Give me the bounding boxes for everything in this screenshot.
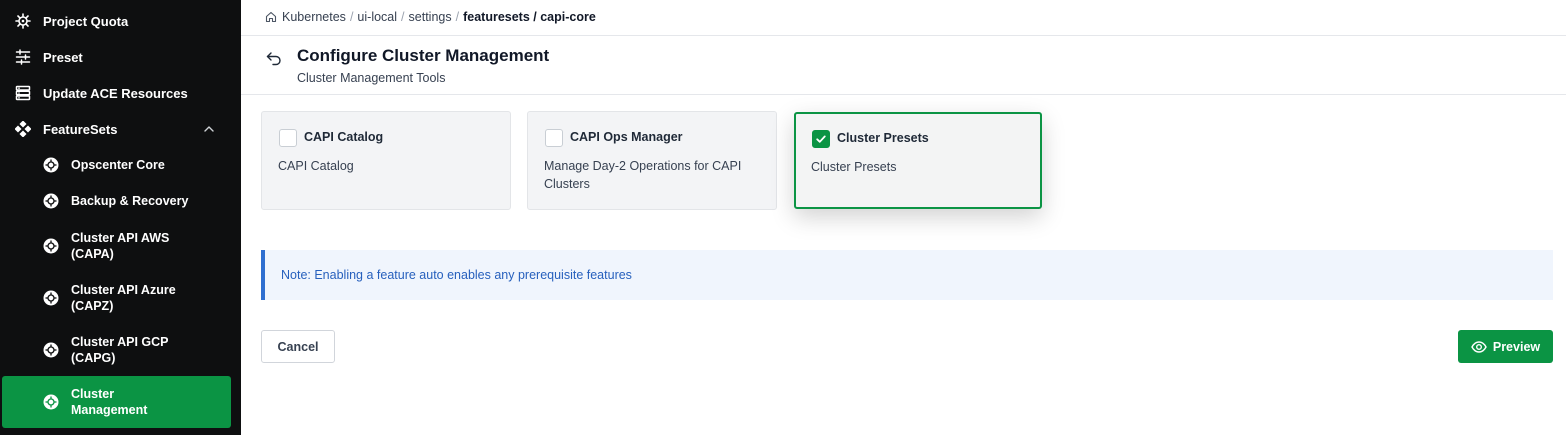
sidebar-subitem-opscenter-core[interactable]: Opscenter Core [0, 150, 241, 180]
page-subtitle: Cluster Management Tools [297, 71, 446, 85]
helm-icon [43, 193, 59, 209]
feature-card-capi-catalog[interactable]: CAPI Catalog CAPI Catalog [261, 111, 511, 210]
sidebar-item-label: FeatureSets [43, 121, 118, 137]
main-content: Kubernetes / ui-local / settings / featu… [241, 0, 1566, 435]
sidebar-subitem-label: Cluster Management [71, 387, 148, 417]
sidebar-item-preset[interactable]: Preset [0, 39, 241, 75]
breadcrumb-separator: / [401, 10, 405, 24]
breadcrumb-kubernetes[interactable]: Kubernetes [282, 10, 346, 24]
sidebar-item-label: Project Quota [43, 13, 129, 29]
breadcrumb-current: featuresets / capi-core [463, 10, 596, 24]
sidebar-item-update-ace-resources[interactable]: Update ACE Resources [0, 75, 241, 111]
sidebar-subitem-cluster-api-aws[interactable]: Cluster API AWS (CAPA) [0, 223, 241, 269]
feature-checkbox[interactable] [545, 129, 563, 147]
preview-button[interactable]: Preview [1458, 330, 1553, 363]
feature-description: Cluster Presets [811, 160, 897, 174]
check-icon [816, 135, 826, 143]
feature-description: Manage Day-2 Operations for CAPI Cluster… [544, 159, 742, 191]
sidebar: Project Quota Preset Update ACE Resource… [0, 0, 241, 435]
back-arrow-icon[interactable] [265, 49, 283, 67]
page-title: Configure Cluster Management [297, 46, 550, 65]
sidebar-subitem-cluster-management[interactable]: Cluster Management [2, 376, 231, 428]
feature-title: CAPI Ops Manager [570, 130, 683, 144]
section-divider [241, 94, 1566, 95]
sidebar-subitem-label: Cluster API AWS (CAPA) [71, 231, 170, 261]
featuresets-icon [15, 121, 31, 137]
sidebar-item-label: Preset [43, 49, 83, 65]
sidebar-item-project-quota[interactable]: Project Quota [0, 3, 241, 39]
helm-icon [43, 342, 59, 358]
helm-icon [43, 290, 59, 306]
sidebar-item-featuresets[interactable]: FeatureSets [0, 111, 241, 147]
eye-icon [1471, 340, 1487, 353]
server-icon [15, 85, 31, 101]
home-icon[interactable] [265, 11, 277, 23]
feature-title: CAPI Catalog [304, 130, 384, 144]
breadcrumb-separator: / [349, 10, 354, 24]
feature-checkbox-checked[interactable] [812, 130, 830, 148]
sidebar-subitem-label: Cluster API GCP (CAPG) [71, 335, 169, 365]
feature-checkbox[interactable] [279, 129, 297, 147]
helm-icon [43, 157, 59, 173]
sidebar-subitem-cluster-api-gcp[interactable]: Cluster API GCP (CAPG) [0, 327, 241, 373]
sidebar-subitem-backup-recovery[interactable]: Backup & Recovery [0, 186, 241, 216]
header-divider [241, 35, 1566, 36]
feature-title: Cluster Presets [837, 131, 929, 145]
helm-icon [43, 238, 59, 254]
feature-card-cluster-presets[interactable]: Cluster Presets Cluster Presets [794, 112, 1042, 209]
sidebar-item-label: Update ACE Resources [43, 85, 188, 101]
sidebar-subitem-label: Backup & Recovery [71, 194, 189, 208]
cancel-button[interactable]: Cancel [261, 330, 335, 363]
breadcrumb-separator: / [455, 10, 460, 24]
breadcrumb-ui-local[interactable]: ui-local [357, 10, 397, 24]
sidebar-subitem-label: Cluster API Azure (CAPZ) [71, 283, 176, 313]
sliders-icon [15, 49, 31, 65]
sidebar-subitem-cluster-api-azure[interactable]: Cluster API Azure (CAPZ) [0, 275, 241, 321]
preview-button-label: Preview [1492, 339, 1541, 354]
chevron-up-icon[interactable] [202, 122, 216, 136]
sidebar-subitem-label: Opscenter Core [71, 158, 165, 172]
feature-description: CAPI Catalog [278, 159, 354, 173]
helm-icon [15, 13, 31, 29]
breadcrumb-settings[interactable]: settings [409, 10, 452, 24]
info-note: Note: Enabling a feature auto enables an… [261, 250, 1553, 300]
breadcrumb: Kubernetes / ui-local / settings / featu… [265, 9, 596, 25]
helm-icon [43, 394, 59, 410]
feature-card-capi-ops-manager[interactable]: CAPI Ops Manager Manage Day-2 Operations… [527, 111, 777, 210]
